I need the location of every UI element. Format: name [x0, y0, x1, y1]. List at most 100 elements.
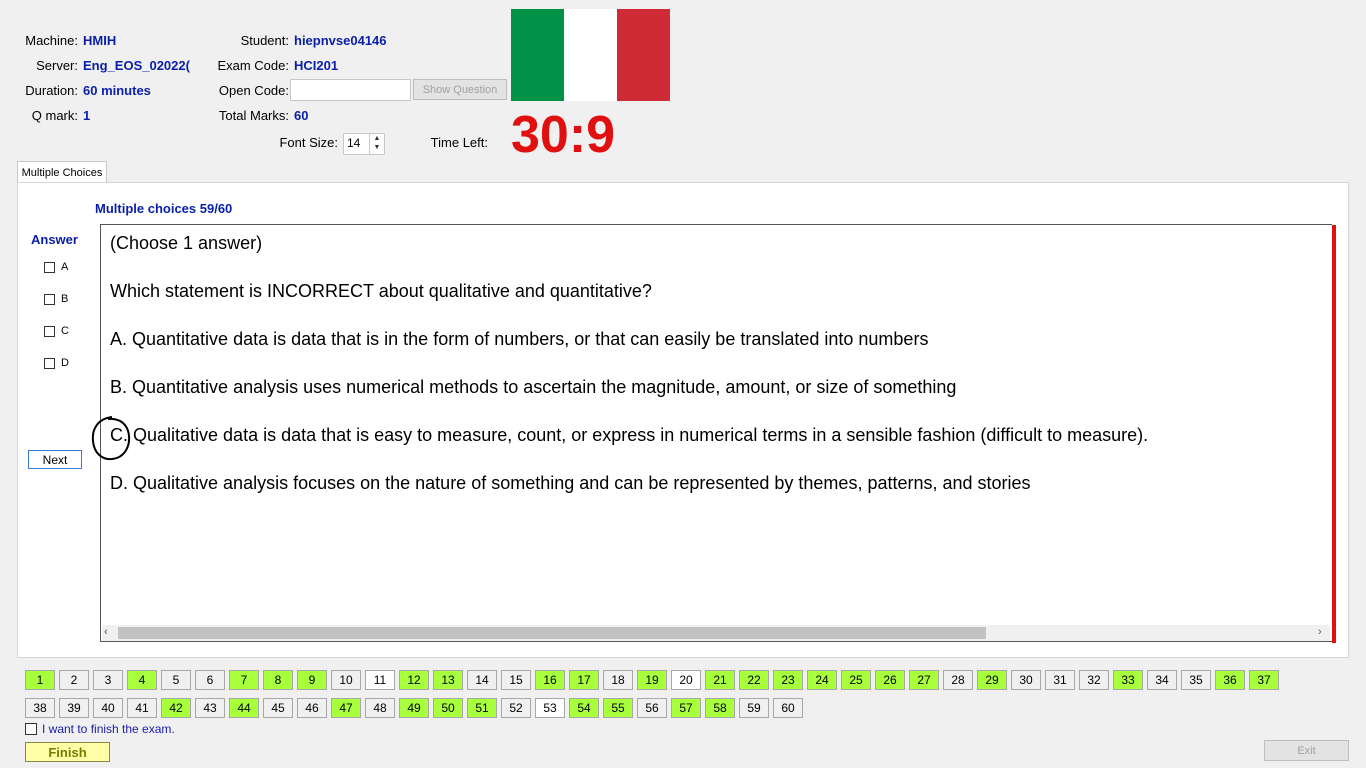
question-nav-button[interactable]: 5 [161, 670, 191, 690]
machine-value: HMIH [83, 33, 117, 48]
finish-button[interactable]: Finish [25, 742, 110, 762]
horizontal-scrollbar[interactable]: ‹ › [102, 625, 1330, 641]
question-nav-button[interactable]: 55 [603, 698, 633, 718]
question-nav-button[interactable]: 22 [739, 670, 769, 690]
question-nav-button[interactable]: 13 [433, 670, 463, 690]
question-nav-button[interactable]: 14 [467, 670, 497, 690]
question-nav-button[interactable]: 27 [909, 670, 939, 690]
question-nav-button[interactable]: 56 [637, 698, 667, 718]
question-box-right-border [1332, 225, 1336, 643]
open-code-input[interactable] [290, 79, 411, 101]
question-nav-button[interactable]: 39 [59, 698, 89, 718]
question-nav-button[interactable]: 10 [331, 670, 361, 690]
question-nav-button[interactable]: 44 [229, 698, 259, 718]
answer-checkbox-b[interactable] [44, 293, 55, 305]
stepper-up-icon[interactable]: ▲ [370, 134, 384, 143]
question-nav-button[interactable]: 60 [773, 698, 803, 718]
question-nav-button[interactable]: 57 [671, 698, 701, 718]
question-nav-button[interactable]: 17 [569, 670, 599, 690]
question-nav-button[interactable]: 4 [127, 670, 157, 690]
question-nav-button[interactable]: 54 [569, 698, 599, 718]
question-nav-button[interactable]: 15 [501, 670, 531, 690]
question-nav-button[interactable]: 45 [263, 698, 293, 718]
question-choice-b: B. Quantitative analysis uses numerical … [110, 377, 957, 397]
qmark-value: 1 [83, 108, 91, 123]
question-nav-button[interactable]: 8 [263, 670, 293, 690]
question-nav-button[interactable]: 11 [365, 670, 395, 690]
question-nav-button[interactable]: 24 [807, 670, 837, 690]
finish-confirm[interactable]: I want to finish the exam. [25, 722, 175, 736]
question-nav-button[interactable]: 40 [93, 698, 123, 718]
question-nav-button[interactable]: 37 [1249, 670, 1279, 690]
font-size-label: Font Size: [279, 135, 338, 150]
question-nav-button[interactable]: 23 [773, 670, 803, 690]
exam-code-label: Exam Code: [217, 58, 289, 73]
question-instruction: (Choose 1 answer) [110, 233, 263, 253]
answer-checkbox-c[interactable] [44, 325, 55, 337]
question-nav-button[interactable]: 59 [739, 698, 769, 718]
question-nav-button[interactable]: 43 [195, 698, 225, 718]
question-nav-button[interactable]: 1 [25, 670, 55, 690]
question-nav-button[interactable]: 18 [603, 670, 633, 690]
question-nav-button[interactable]: 52 [501, 698, 531, 718]
qmark-label: Q mark: [31, 108, 78, 123]
finish-confirm-label: I want to finish the exam. [42, 722, 175, 736]
question-choice-c: C. Qualitative data is data that is easy… [110, 425, 1149, 445]
exam-code-value: HCI201 [294, 58, 339, 73]
answer-option-c[interactable]: C [44, 325, 69, 337]
question-nav-button[interactable]: 3 [93, 670, 123, 690]
duration-value: 60 minutes [83, 83, 151, 98]
question-nav-button[interactable]: 31 [1045, 670, 1075, 690]
question-nav-button[interactable]: 2 [59, 670, 89, 690]
question-nav-button[interactable]: 9 [297, 670, 327, 690]
scroll-left-icon[interactable]: ‹ [104, 626, 108, 638]
show-question-button: Show Question [413, 79, 507, 100]
duration-label: Duration: [25, 83, 78, 98]
question-nav-button[interactable]: 49 [399, 698, 429, 718]
answer-checkbox-a[interactable] [44, 261, 55, 273]
scrollbar-thumb[interactable] [118, 627, 986, 639]
question-nav-button[interactable]: 6 [195, 670, 225, 690]
circle-annotation-icon [91, 416, 131, 461]
question-nav-button[interactable]: 46 [297, 698, 327, 718]
next-button[interactable]: Next [28, 450, 82, 469]
question-nav-button[interactable]: 42 [161, 698, 191, 718]
question-nav-button[interactable]: 29 [977, 670, 1007, 690]
font-size-stepper[interactable]: 14 ▲ ▼ [343, 133, 385, 155]
answer-option-b[interactable]: B [44, 293, 68, 305]
question-nav-button[interactable]: 50 [433, 698, 463, 718]
answer-option-d[interactable]: D [44, 357, 69, 369]
question-nav-button[interactable]: 12 [399, 670, 429, 690]
question-nav-button[interactable]: 30 [1011, 670, 1041, 690]
question-nav-button[interactable]: 34 [1147, 670, 1177, 690]
question-nav-button[interactable]: 38 [25, 698, 55, 718]
question-stem: Which statement is INCORRECT about quali… [110, 281, 652, 301]
stepper-down-icon[interactable]: ▼ [370, 143, 384, 152]
question-nav-button[interactable]: 35 [1181, 670, 1211, 690]
answer-checkbox-d[interactable] [44, 357, 55, 369]
answer-heading: Answer [31, 232, 78, 247]
answer-option-a[interactable]: A [44, 261, 68, 273]
question-nav-button[interactable]: 20 [671, 670, 701, 690]
question-nav-button[interactable]: 26 [875, 670, 905, 690]
question-nav-button[interactable]: 32 [1079, 670, 1109, 690]
question-nav-button[interactable]: 16 [535, 670, 565, 690]
question-nav-button[interactable]: 25 [841, 670, 871, 690]
question-nav-button[interactable]: 47 [331, 698, 361, 718]
question-nav-button[interactable]: 53 [535, 698, 565, 718]
scroll-right-icon[interactable]: › [1318, 626, 1322, 638]
finish-confirm-checkbox[interactable] [25, 723, 37, 735]
question-nav-button[interactable]: 41 [127, 698, 157, 718]
question-nav-button[interactable]: 7 [229, 670, 259, 690]
question-nav-button[interactable]: 21 [705, 670, 735, 690]
question-nav-button[interactable]: 19 [637, 670, 667, 690]
question-nav-button[interactable]: 58 [705, 698, 735, 718]
question-nav-button[interactable]: 28 [943, 670, 973, 690]
student-label: Student: [240, 33, 289, 48]
tab-multiple-choices[interactable]: Multiple Choices [17, 161, 107, 183]
question-nav-button[interactable]: 36 [1215, 670, 1245, 690]
question-nav-button[interactable]: 51 [467, 698, 497, 718]
question-nav-button[interactable]: 33 [1113, 670, 1143, 690]
question-nav-button[interactable]: 48 [365, 698, 395, 718]
server-label: Server: [36, 58, 78, 73]
